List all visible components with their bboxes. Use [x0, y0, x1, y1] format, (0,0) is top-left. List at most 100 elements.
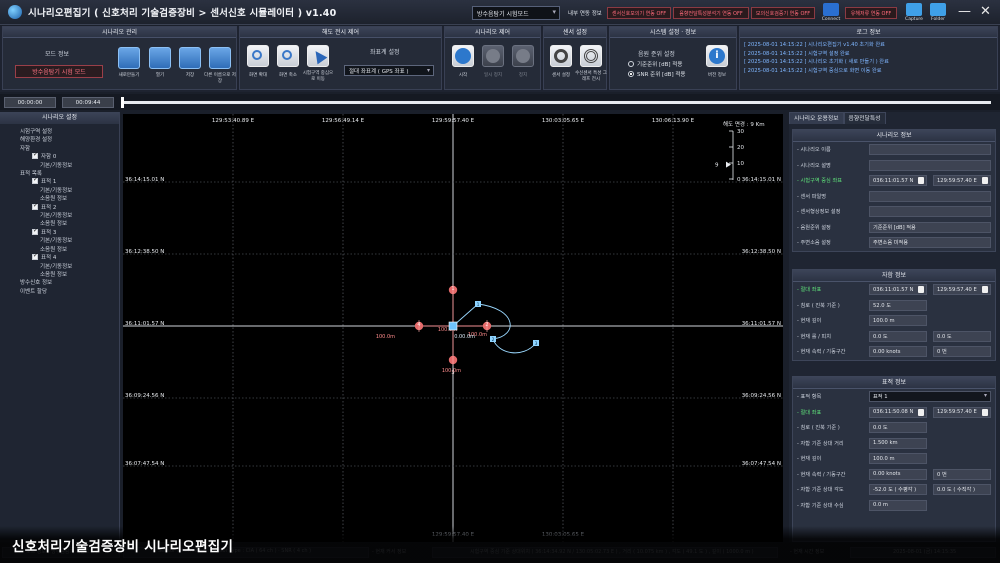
info-field[interactable]: 0.0 도: [869, 422, 927, 433]
info-field[interactable]: 0.00 knots: [869, 346, 927, 357]
sensor-setting-button[interactable]: [550, 45, 572, 67]
tree-item[interactable]: 소음원 정보: [6, 246, 119, 254]
radio-reference-level[interactable]: 기준준위 [dB] 적용: [628, 60, 682, 68]
minimize-icon[interactable]: —: [958, 5, 971, 19]
tree-item[interactable]: 기본/기동정보: [6, 212, 119, 220]
noise-link-button[interactable]: 유해저류 연동 OFF: [845, 7, 897, 19]
copy-icon[interactable]: [982, 286, 988, 293]
info-field[interactable]: 0.0 m: [869, 499, 927, 511]
info-field[interactable]: 129:59:57.40 E: [933, 284, 991, 295]
copy-icon[interactable]: [982, 177, 988, 184]
sensor-graph-button[interactable]: [580, 45, 602, 67]
info-field[interactable]: 036:11:50.08 N: [869, 406, 927, 418]
move-to-center-button[interactable]: [307, 45, 329, 67]
sea-chart-map[interactable]: 129:53:40.89 E 129:56:49.14 E 129:59:57.40…: [123, 114, 783, 542]
info-field[interactable]: 0.00 knots: [869, 468, 927, 480]
tree-item[interactable]: 표적 2: [6, 202, 119, 212]
info-field[interactable]: 0.0 도: [869, 330, 927, 342]
info-field[interactable]: 52.0 도: [869, 299, 927, 311]
tab-scenario-operation[interactable]: 시나리오 운용정보: [789, 112, 844, 124]
tree-item[interactable]: 해양환경 설정: [6, 136, 119, 144]
info-field[interactable]: 036:11:01.57 N: [869, 175, 927, 186]
status-cursor-label: - 현재 커서 정보: [372, 549, 407, 555]
checkbox-icon[interactable]: [32, 202, 38, 210]
tree-item[interactable]: 소음원 정보: [6, 220, 119, 228]
info-field[interactable]: [869, 190, 991, 202]
tree-item[interactable]: 표적 4: [6, 252, 119, 262]
tree-item[interactable]: 소음원 정보: [6, 195, 119, 203]
save-button[interactable]: [179, 47, 201, 69]
timeline-track[interactable]: [121, 101, 991, 104]
connect-button[interactable]: Connect: [821, 3, 841, 23]
info-field[interactable]: 036:11:01.57 N: [869, 284, 927, 295]
info-field[interactable]: 1.500 km: [869, 437, 927, 449]
radio-snr-level[interactable]: SNR 준위 [dB] 적용: [628, 70, 685, 78]
tree-item[interactable]: 기본/기동정보: [6, 162, 119, 170]
tree-item[interactable]: 표적 목록: [6, 170, 119, 178]
info-row-label: - 자함 기준 상대 거리: [797, 440, 844, 447]
own-ship-info-rows: - 절대 좌표 036:11:01.57 N 129:59:57.40 E - 침로 …: [793, 282, 995, 360]
target-select[interactable]: 표적 1 ▾: [869, 391, 991, 402]
copy-icon[interactable]: [918, 177, 924, 184]
tree-item[interactable]: 시험구역 설정: [6, 128, 119, 136]
checkbox-icon[interactable]: [32, 227, 38, 235]
latitude-label-left: 36:11:01.57 N: [125, 321, 164, 327]
mode-select[interactable]: 방수음탐기 시험모드 ▾: [472, 6, 560, 20]
new-file-button[interactable]: [118, 47, 140, 69]
tree-item[interactable]: 자함: [6, 145, 119, 153]
zoom-in-button[interactable]: [247, 45, 269, 67]
sensor-sim-link-button[interactable]: 센서신호모의기 연동 OFF: [607, 7, 671, 19]
open-file-button[interactable]: [149, 47, 171, 69]
copy-icon[interactable]: [982, 408, 988, 416]
version-info-button[interactable]: i: [706, 45, 728, 67]
info-field[interactable]: -52.0 도 ( 수평각 ): [869, 484, 927, 495]
info-field[interactable]: 0.0 도: [933, 330, 991, 342]
pause-button[interactable]: [482, 45, 504, 67]
tree-item[interactable]: 이벤트 할당: [6, 288, 119, 296]
coord-system-select[interactable]: 절대 좌표계 ( GPS 좌표 ) ▾: [344, 65, 434, 76]
folder-button[interactable]: Folder: [928, 3, 948, 23]
start-button[interactable]: [452, 45, 474, 67]
tree-item[interactable]: 표적 1: [6, 176, 119, 186]
stop-button[interactable]: [512, 45, 534, 67]
info-field[interactable]: [869, 206, 991, 217]
sound-analyzer-link-button[interactable]: 음향전달특성분석기 연동 OFF: [673, 7, 749, 19]
checkbox-icon[interactable]: [32, 176, 38, 185]
copy-icon[interactable]: [918, 286, 924, 293]
info-field[interactable]: 129:59:57.40 E: [933, 175, 991, 186]
info-field[interactable]: 기준준위 [dB] 적용: [869, 221, 991, 233]
info-field[interactable]: [869, 144, 991, 155]
capture-button[interactable]: Capture: [904, 3, 924, 23]
close-icon[interactable]: ✕: [980, 5, 991, 19]
tree-item[interactable]: 자함 0: [6, 151, 119, 161]
tab-acoustic-transfer[interactable]: 음향전달특성: [843, 112, 886, 124]
save-as-button[interactable]: [209, 47, 231, 69]
info-field[interactable]: 0.0 도 ( 수직각 ): [933, 484, 991, 495]
info-field[interactable]: 0 번: [933, 468, 991, 480]
info-field[interactable]: 100.0 m: [869, 315, 927, 326]
tree-item-label: 표적 3: [41, 229, 57, 236]
copy-icon[interactable]: [918, 408, 924, 416]
own-ship-icon: [448, 321, 458, 331]
scenario-info-title: 시나리오 정보: [793, 130, 995, 142]
tree-item[interactable]: 기본/기동정보: [6, 187, 119, 195]
tree-item[interactable]: 소음원 정보: [6, 271, 119, 279]
sensor-setting-label: 센서 설정: [552, 73, 570, 78]
mode-button[interactable]: 방수음탐기 시험 모드: [15, 65, 103, 78]
checkbox-icon[interactable]: [32, 252, 38, 261]
zoom-out-button[interactable]: [277, 45, 299, 67]
timeline-thumb[interactable]: [121, 97, 124, 108]
mock-verifier-link-button[interactable]: 모의신호검증기 연동 OFF: [751, 7, 815, 19]
info-field[interactable]: 0 번: [933, 346, 991, 357]
app-logo-icon: [8, 5, 22, 19]
info-field[interactable]: 129:59:57.40 E: [933, 406, 991, 418]
info-field[interactable]: 주변소음 미적용: [869, 237, 991, 248]
tree-item[interactable]: 기본/기동정보: [6, 237, 119, 245]
tree-item[interactable]: 기본/기동정보: [6, 263, 119, 271]
tree-item[interactable]: 방수신호 정보: [6, 279, 119, 287]
tree-item[interactable]: 표적 3: [6, 227, 119, 237]
info-field[interactable]: [869, 159, 991, 171]
info-field[interactable]: 100.0 m: [869, 453, 927, 464]
scale-marker-icon: [726, 161, 731, 168]
checkbox-icon[interactable]: [32, 151, 38, 160]
